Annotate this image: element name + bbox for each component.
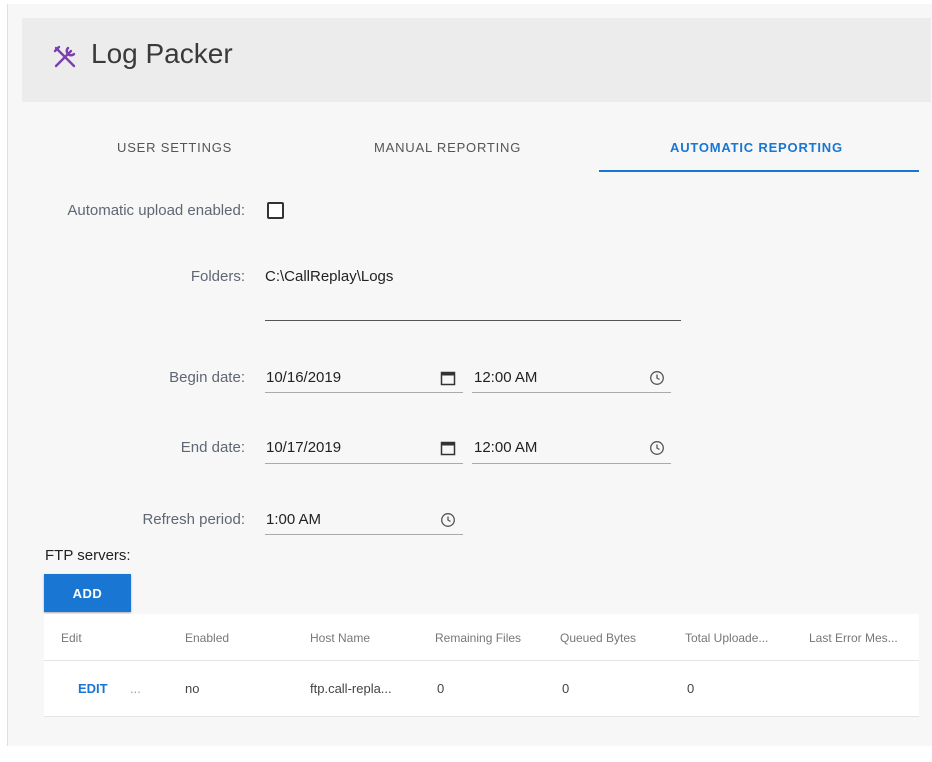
add-ftp-button[interactable]: ADD [44, 574, 131, 612]
cell-remaining-files: 0 [437, 681, 445, 696]
end-date-underline [265, 463, 463, 464]
tab-user-settings[interactable]: USER SETTINGS [117, 140, 232, 155]
refresh-period-label: Refresh period: [142, 511, 245, 528]
clock-icon[interactable] [440, 512, 456, 528]
tab-automatic-reporting[interactable]: AUTOMATIC REPORTING [670, 140, 843, 155]
app-title: Log Packer [91, 38, 233, 69]
auto-upload-checkbox[interactable] [267, 202, 284, 219]
cell-host-name: ftp.call-repla... [310, 681, 392, 696]
end-date-input[interactable]: 10/17/2019 [266, 439, 341, 456]
begin-date-input[interactable]: 10/16/2019 [266, 369, 341, 386]
column-header-remaining-files[interactable]: Remaining Files [435, 631, 521, 645]
active-tab-indicator [599, 170, 919, 172]
begin-date-label: Begin date: [169, 369, 245, 386]
clock-icon[interactable] [649, 440, 665, 456]
column-header-queued-bytes[interactable]: Queued Bytes [560, 631, 636, 645]
column-header-host-name[interactable]: Host Name [310, 631, 370, 645]
column-header-edit[interactable]: Edit [61, 631, 82, 645]
column-header-enabled[interactable]: Enabled [185, 631, 229, 645]
column-header-last-error[interactable]: Last Error Mes... [809, 631, 898, 645]
refresh-period-underline [265, 534, 463, 535]
ftp-servers-label: FTP servers: [45, 547, 131, 564]
row-more-ellipsis[interactable]: ... [130, 681, 141, 696]
end-date-label: End date: [180, 439, 245, 456]
grid-row-divider [44, 716, 919, 717]
column-header-total-uploaded[interactable]: Total Uploade... [685, 631, 768, 645]
clock-icon[interactable] [649, 370, 665, 386]
grid-header-divider [44, 660, 919, 661]
ftp-servers-grid [44, 614, 919, 716]
cell-queued-bytes: 0 [562, 681, 570, 696]
begin-date-underline [265, 392, 463, 393]
begin-time-input[interactable]: 12:00 AM [474, 369, 537, 386]
edit-link[interactable]: EDIT [78, 681, 108, 696]
cell-enabled: no [185, 681, 200, 696]
end-time-underline [472, 463, 671, 464]
refresh-period-input[interactable]: 1:00 AM [266, 511, 321, 528]
begin-time-underline [472, 392, 671, 393]
tab-manual-reporting[interactable]: MANUAL REPORTING [374, 140, 521, 155]
folders-field-underline [265, 320, 681, 321]
cell-total-uploaded: 0 [687, 681, 695, 696]
end-time-input[interactable]: 12:00 AM [474, 439, 537, 456]
calendar-icon[interactable] [440, 370, 456, 386]
folders-field[interactable]: C:\CallReplay\Logs [265, 268, 393, 285]
tools-icon [53, 45, 76, 68]
auto-upload-label: Automatic upload enabled: [67, 202, 245, 219]
folders-label: Folders: [190, 268, 245, 285]
calendar-icon[interactable] [440, 440, 456, 456]
